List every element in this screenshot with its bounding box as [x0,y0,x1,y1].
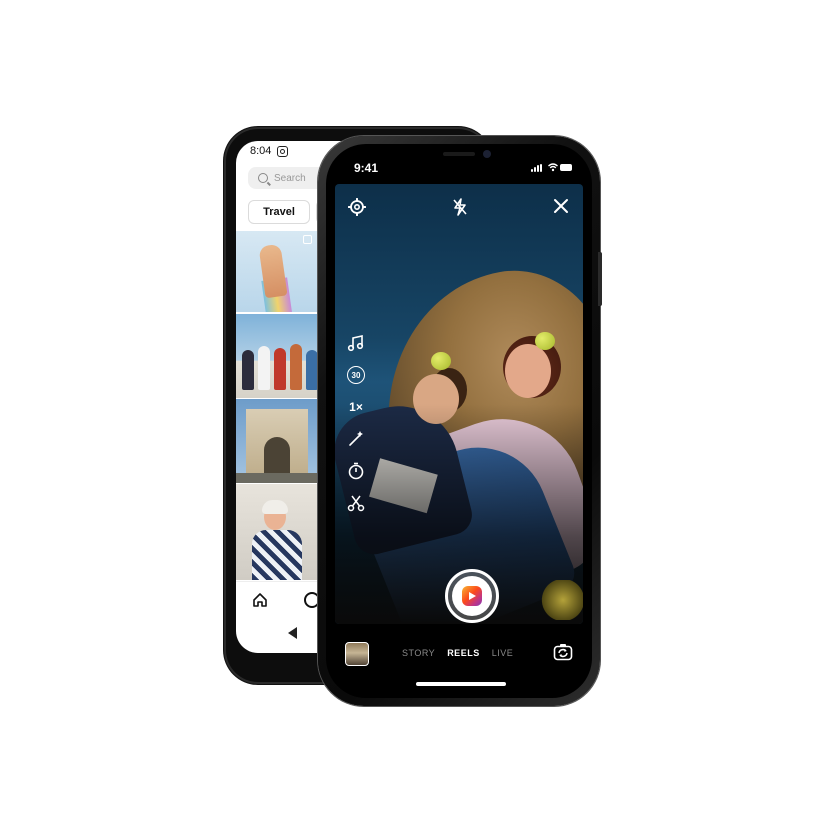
signal-bar [540,164,542,172]
explore-grid-tile[interactable] [236,399,318,483]
tile-photo-person [306,350,318,390]
android-back-icon[interactable] [288,627,297,639]
flip-camera-icon[interactable] [553,642,573,662]
music-icon[interactable] [347,334,365,352]
iphone-screen: 9:41 30 1× STORY REELS LIVE [326,144,592,698]
tile-photo-shirt [252,530,302,580]
earpiece-speaker [443,152,475,156]
viewfinder-apple [431,352,451,370]
signal-bar [534,167,536,172]
wifi-icon [548,163,558,172]
signal-bar [537,165,539,172]
mode-reels[interactable]: REELS [447,648,480,658]
notch [399,144,521,170]
mode-live[interactable]: LIVE [492,648,514,658]
explore-grid-tile[interactable] [236,314,318,398]
camera-viewfinder[interactable]: 30 1× [335,184,583,624]
effects-wand-icon[interactable] [347,430,365,448]
align-scissors-icon[interactable] [347,494,365,512]
home-indicator[interactable] [416,682,506,686]
tile-photo-ground [236,473,318,483]
android-status-bar: 8:04 [250,145,289,157]
signal-bar [531,169,533,172]
android-time: 8:04 [250,145,272,157]
close-icon[interactable] [553,198,569,214]
battery-icon [560,164,572,171]
cellular-signal-icon [531,164,542,172]
timer-icon[interactable] [347,462,365,480]
viewfinder-foliage [541,580,583,620]
topic-chip-travel[interactable]: Travel [248,200,310,224]
tile-photo-hair [262,500,288,514]
tile-photo-arch [246,409,308,475]
speed-control[interactable]: 1× [347,398,365,416]
viewfinder-girl-head [505,344,551,398]
mode-story[interactable]: STORY [402,648,435,658]
record-reels-button[interactable] [445,569,499,623]
camera-mode-switcher: STORY REELS LIVE [402,648,513,658]
tile-photo-person [242,350,254,390]
iphone-time: 9:41 [354,161,379,175]
front-camera [483,150,491,158]
multi-post-icon [303,235,312,244]
instagram-notification-icon [277,145,289,157]
viewfinder-apple [535,332,555,350]
tile-photo-person [290,344,302,390]
tile-photo-person [258,346,270,390]
iphone-side-button [598,252,602,306]
tile-photo-person [274,348,286,390]
explore-grid-tile[interactable] [236,231,318,312]
explore-grid-tile[interactable] [236,484,318,580]
camera-settings-icon[interactable] [348,198,366,216]
length-timer-icon[interactable]: 30 [347,366,365,384]
search-placeholder: Search [274,172,306,184]
shutter-inner [452,576,492,616]
search-icon [258,173,268,183]
reels-icon [462,586,482,606]
home-icon[interactable] [252,592,268,608]
flash-off-icon[interactable] [451,198,469,216]
camera-mode-bar: STORY REELS LIVE [326,634,592,674]
gallery-thumbnail[interactable] [345,642,369,666]
